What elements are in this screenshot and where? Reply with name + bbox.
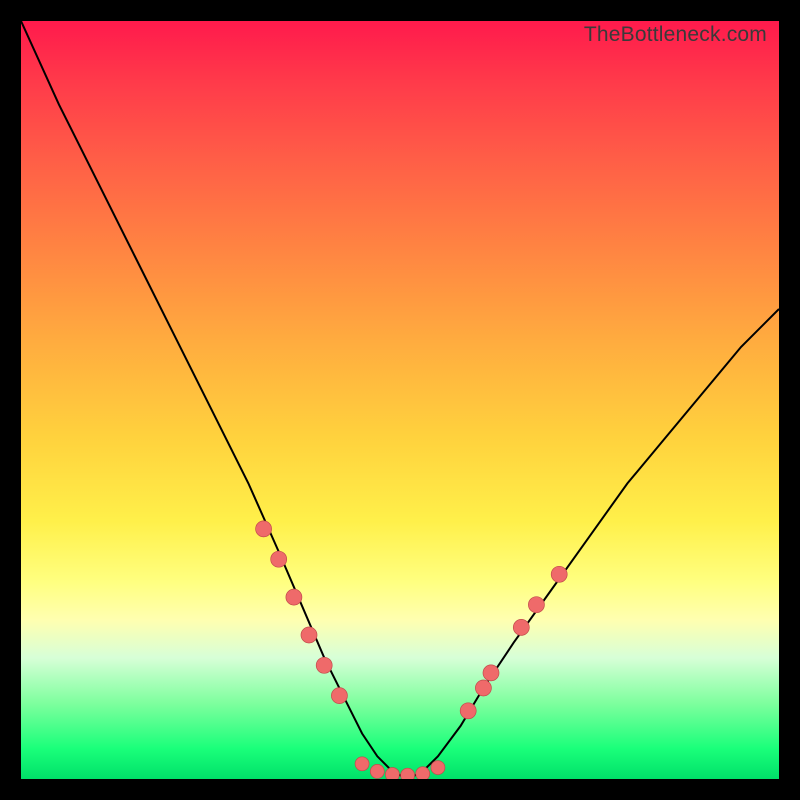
data-marker [513,619,529,635]
data-marker [416,767,430,779]
data-marker [460,703,476,719]
bottleneck-curve [21,21,779,779]
data-marker [385,768,399,780]
data-marker [316,657,332,673]
data-marker [528,597,544,613]
data-marker [475,680,491,696]
plot-area: TheBottleneck.com [21,21,779,779]
data-marker [271,551,287,567]
data-marker [355,757,369,771]
data-marker [551,566,567,582]
data-marker [401,768,415,779]
watermark-text: TheBottleneck.com [584,23,767,47]
data-marker [431,761,445,775]
data-marker [370,764,384,778]
data-marker [331,688,347,704]
chart-svg [21,21,779,779]
chart-frame: TheBottleneck.com [0,0,800,800]
data-marker [286,589,302,605]
data-marker [301,627,317,643]
data-marker [483,665,499,681]
data-marker [256,521,272,537]
